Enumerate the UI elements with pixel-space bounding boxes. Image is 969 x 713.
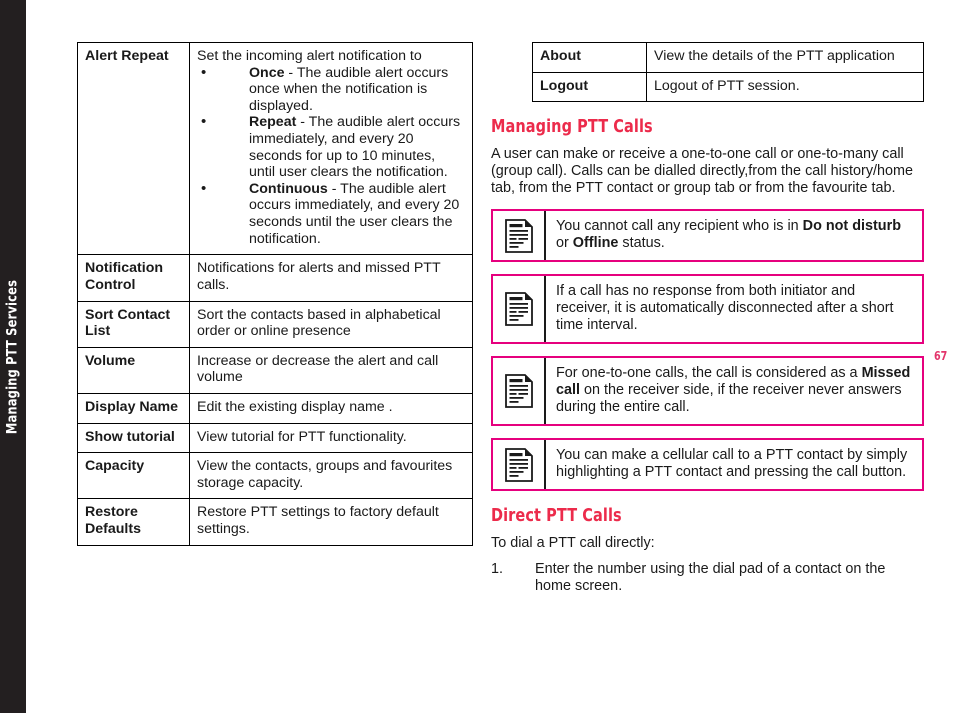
managing-calls-paragraph: A user can make or receive a one-to-one … — [491, 146, 914, 197]
menu-name-about: About — [532, 42, 647, 73]
option-term-continuous: Continuous — [249, 180, 328, 197]
note-box: You cannot call any recipient who is in … — [491, 209, 924, 263]
running-head: Managing PTT Services — [0, 0, 26, 713]
direct-calls-lead-in: To dial a PTT call directly: — [491, 535, 655, 552]
setting-desc-alert-repeat: Set the incoming alert notification to O… — [189, 41, 473, 256]
setting-name-show-tutorial: Show tutorial — [77, 422, 190, 454]
note-box: If a call has no response from both init… — [491, 274, 924, 345]
note-segment: Offline — [572, 235, 619, 252]
ptt-menu-table: About View the details of the PTT applic… — [532, 42, 924, 103]
note-segment: on the receiver side, if the receiver ne… — [556, 382, 902, 416]
note-text: You cannot call any recipient who is in … — [546, 211, 922, 260]
option-term-repeat: Repeat — [249, 114, 297, 131]
setting-desc-capacity: View the contacts, groups and favourites… — [189, 452, 473, 500]
note-segment: status. — [618, 235, 665, 252]
note-document-icon — [504, 374, 533, 408]
note-document-icon — [504, 218, 533, 253]
setting-name-notification-control: Notification Control — [77, 254, 190, 302]
setting-desc-display-name: Edit the existing display name . — [189, 392, 473, 424]
table-row: Alert Repeat Set the incoming alert noti… — [77, 41, 473, 256]
setting-name-capacity: Capacity — [77, 452, 190, 500]
page-spine: Managing PTT Services — [0, 0, 26, 713]
note-segment: Do not disturb — [802, 218, 901, 235]
setting-desc-notification-control: Notifications for alerts and missed PTT … — [189, 254, 473, 302]
table-row: Volume Increase or decrease the alert an… — [77, 346, 473, 394]
alert-repeat-intro: Set the incoming alert notification to — [197, 48, 422, 64]
list-item: Continuous - The audible alert occurs im… — [197, 180, 465, 247]
note-segment: or — [556, 235, 573, 252]
step-text: Enter the number using the dial pad of a… — [535, 561, 886, 594]
setting-name-sort-contact-list: Sort Contact List — [77, 300, 190, 348]
setting-desc-restore-defaults: Restore PTT settings to factory default … — [189, 498, 473, 546]
right-column: About View the details of the PTT applic… — [489, 42, 924, 600]
running-head-label: Managing PTT Services — [5, 279, 21, 434]
note-segment: You cannot call any recipient who is in — [556, 218, 803, 235]
note-document-icon — [504, 292, 533, 327]
page-number: 67 — [934, 348, 948, 363]
menu-name-logout: Logout — [532, 71, 647, 103]
left-column: Alert Repeat Set the incoming alert noti… — [76, 41, 473, 546]
setting-name-alert-repeat: Alert Repeat — [77, 41, 190, 256]
setting-desc-volume: Increase or decrease the alert and call … — [189, 346, 473, 394]
table-row: Notification Control Notifications for a… — [77, 254, 473, 302]
note-document-icon — [504, 447, 533, 482]
table-row: Restore Defaults Restore PTT settings to… — [77, 498, 473, 546]
note-box: For one-to-one calls, the call is consid… — [491, 356, 924, 427]
note-box: You can make a cellular call to a PTT co… — [491, 438, 924, 492]
section-heading-direct-ptt-calls: Direct PTT Calls — [491, 506, 622, 527]
list-item: 1. Enter the number using the dial pad of… — [491, 561, 924, 595]
option-term-once: Once — [249, 64, 285, 81]
step-number: 1. — [491, 561, 504, 577]
setting-desc-sort-contact-list: Sort the contacts based in alphabetical … — [189, 300, 473, 348]
note-text: For one-to-one calls, the call is consid… — [546, 358, 922, 424]
table-row: Logout Logout of PTT session. — [532, 71, 924, 103]
table-row: Sort Contact List Sort the contacts base… — [77, 300, 473, 348]
note-segment: For one-to-one calls, the call is consid… — [556, 365, 862, 382]
table-row: About View the details of the PTT applic… — [532, 42, 924, 73]
note-icon-cell — [493, 211, 546, 261]
table-row: Display Name Edit the existing display n… — [77, 392, 473, 424]
list-item: Repeat - The audible alert occurs immedi… — [197, 113, 465, 180]
note-text: If a call has no response from both init… — [556, 283, 894, 334]
table-row: Show tutorial View tutorial for PTT func… — [77, 422, 473, 454]
section-heading-managing-ptt-calls: Managing PTT Calls — [491, 117, 653, 138]
setting-name-display-name: Display Name — [77, 392, 190, 424]
direct-calls-steps: 1. Enter the number using the dial pad of… — [491, 561, 924, 595]
setting-desc-show-tutorial: View tutorial for PTT functionality. — [189, 422, 473, 454]
menu-desc-about: View the details of the PTT application — [646, 42, 924, 73]
note-icon-cell — [493, 358, 546, 425]
ptt-settings-table: Alert Repeat Set the incoming alert noti… — [77, 41, 473, 546]
alert-repeat-options: Once - The audible alert occurs once whe… — [197, 64, 465, 248]
note-icon-cell — [493, 440, 546, 490]
menu-desc-logout: Logout of PTT session. — [646, 71, 924, 103]
note-text: You can make a cellular call to a PTT co… — [556, 447, 908, 481]
setting-name-restore-defaults: Restore Defaults — [77, 498, 190, 546]
note-icon-cell — [493, 276, 546, 343]
table-row: Capacity View the contacts, groups and f… — [77, 452, 473, 500]
list-item: Once - The audible alert occurs once whe… — [197, 64, 465, 115]
setting-name-volume: Volume — [77, 346, 190, 394]
